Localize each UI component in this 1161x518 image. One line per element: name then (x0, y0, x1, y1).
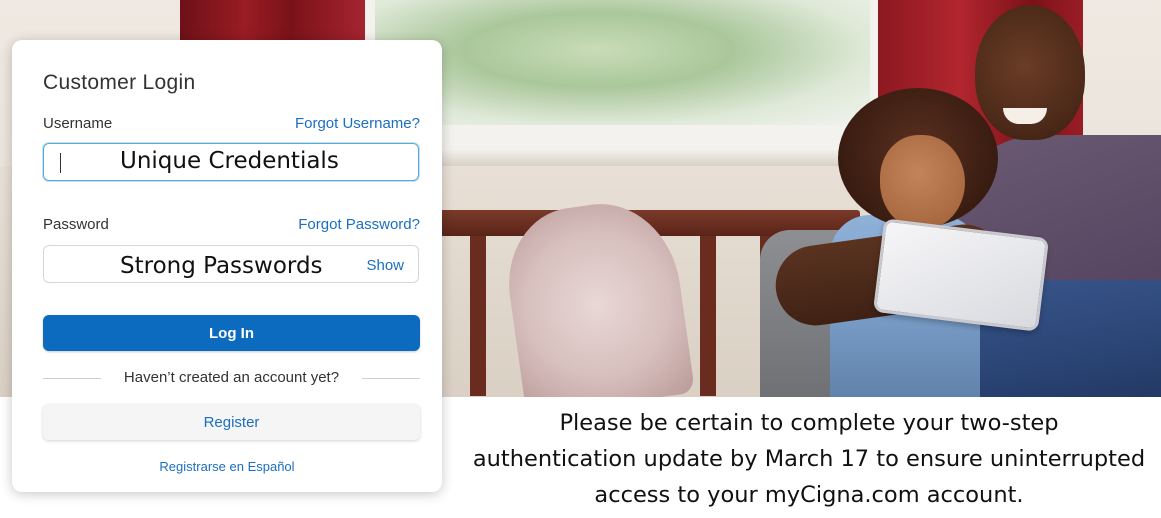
login-card: Customer Login Username Forgot Username?… (12, 40, 442, 492)
username-input[interactable]: Unique Credentials (43, 143, 419, 181)
notice-line: authentication update by March 17 to ens… (472, 446, 1146, 472)
login-title: Customer Login (43, 71, 196, 94)
tablet-device (872, 218, 1050, 332)
account-divider: Haven’t created an account yet? (43, 368, 420, 388)
notice-line: access to your myCigna.com account. (594, 482, 1024, 508)
text-cursor (60, 153, 61, 173)
login-button[interactable]: Log In (43, 315, 420, 351)
forgot-password-link[interactable]: Forgot Password? (298, 216, 420, 233)
register-spanish-link[interactable]: Registrarse en Español (12, 459, 442, 474)
username-label: Username (43, 115, 113, 132)
child-face (880, 135, 965, 230)
username-value: Unique Credentials (120, 148, 339, 174)
bench-slat (470, 236, 486, 396)
password-input[interactable]: Strong Passwords Show (43, 245, 419, 283)
register-button[interactable]: Register (43, 404, 420, 440)
two-step-notice: Please be certain to complete your two-s… (450, 405, 1161, 513)
bench-slat (700, 236, 716, 396)
password-value: Strong Passwords (120, 253, 323, 279)
notice-line: Please be certain to complete your two-s… (559, 410, 1059, 436)
divider-line-right (362, 378, 420, 379)
password-label: Password (43, 216, 109, 233)
forgot-username-link[interactable]: Forgot Username? (295, 115, 420, 132)
show-password-toggle[interactable]: Show (366, 257, 404, 274)
window-glass (375, 0, 870, 125)
